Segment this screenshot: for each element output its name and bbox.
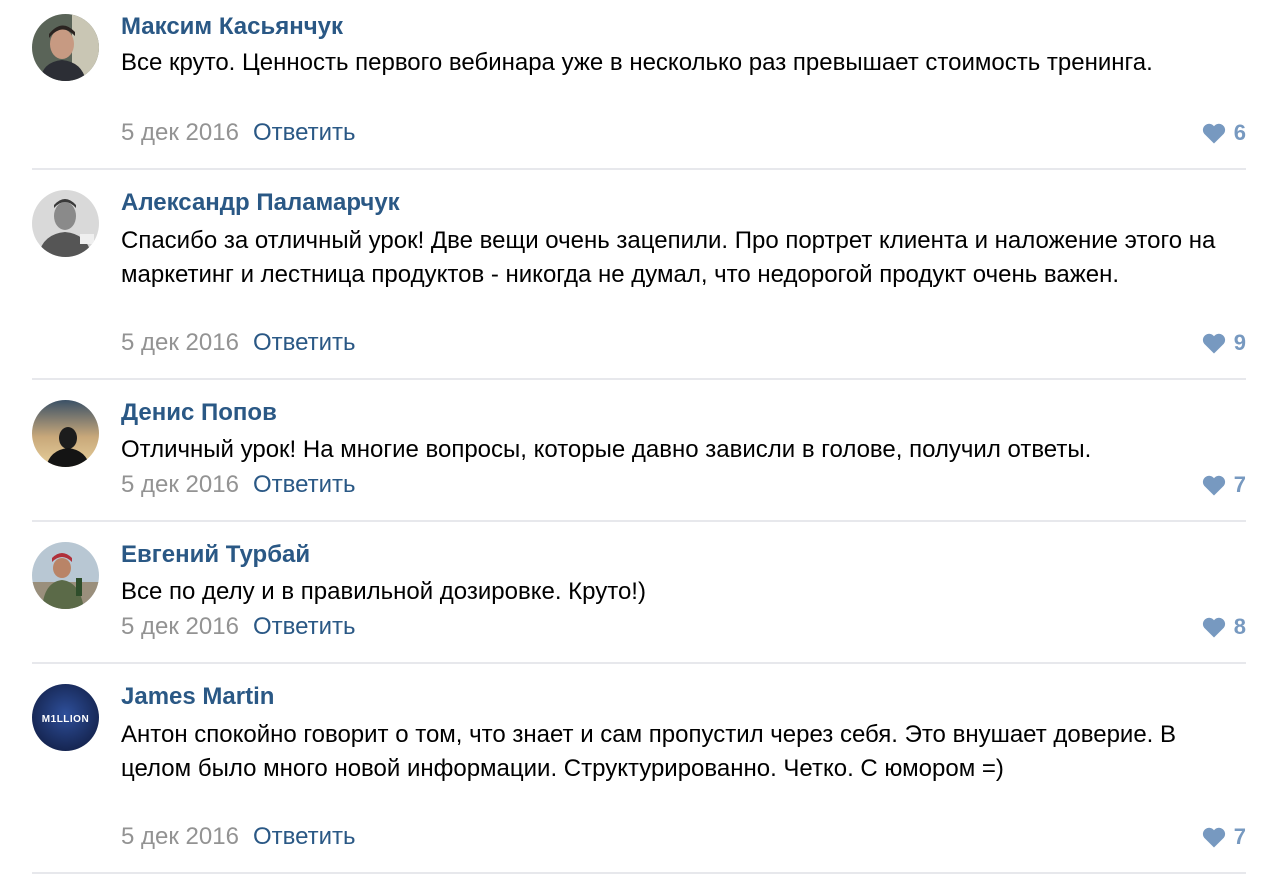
- svg-text:M1LLION: M1LLION: [42, 714, 89, 725]
- comment-text: Спасибо за отличный урок! Две вещи очень…: [121, 227, 1216, 288]
- user-photo-avatar-icon: [32, 14, 99, 81]
- comment-meta: 5 дек 2016 Ответить: [121, 822, 356, 852]
- comment-date: 5 дек 2016: [121, 119, 239, 146]
- avatar[interactable]: M1LLION: [32, 684, 99, 751]
- reply-button[interactable]: Ответить: [253, 119, 356, 146]
- comment-author-link[interactable]: Максим Касьянчук: [121, 12, 343, 42]
- comment-item: M1LLION James Martin Антон спокойно гово…: [32, 664, 1246, 874]
- like-count: 6: [1233, 120, 1246, 145]
- heart-icon: [1202, 617, 1225, 637]
- heart-icon: [1202, 827, 1225, 847]
- reply-button[interactable]: Ответить: [253, 613, 356, 640]
- comment-meta: 5 дек 2016 Ответить: [121, 612, 356, 642]
- like-count: 7: [1233, 472, 1246, 497]
- reply-button[interactable]: Ответить: [253, 471, 356, 498]
- comment-item: Денис Попов Отличный урок! На многие воп…: [32, 380, 1246, 522]
- comment-date: 5 дек 2016: [121, 823, 239, 850]
- comment-list: Максим Касьянчук Все круто. Ценность пер…: [0, 0, 1266, 874]
- comment-item: Александр Паламарчук Спасибо за отличный…: [32, 170, 1246, 380]
- comment-text: Отличный урок! На многие вопросы, которы…: [121, 436, 1092, 463]
- like-count: 8: [1233, 614, 1246, 639]
- like-button[interactable]: 7: [1202, 822, 1246, 852]
- comment-item: Евгений Турбай Все по делу и в правильно…: [32, 522, 1246, 664]
- like-button[interactable]: 9: [1202, 328, 1246, 358]
- comment-author-link[interactable]: Евгений Турбай: [121, 540, 310, 570]
- reply-button[interactable]: Ответить: [253, 329, 356, 356]
- million-logo-avatar-icon: M1LLION: [32, 684, 99, 751]
- comment-date: 5 дек 2016: [121, 613, 239, 640]
- heart-icon: [1202, 475, 1225, 495]
- comment-text: Антон спокойно говорит о том, что знает …: [121, 721, 1177, 782]
- comment-meta: 5 дек 2016 Ответить: [121, 118, 356, 148]
- comment-date: 5 дек 2016: [121, 329, 239, 356]
- user-photo-avatar-icon: [32, 190, 99, 257]
- like-button[interactable]: 8: [1202, 612, 1246, 642]
- like-button[interactable]: 7: [1202, 470, 1246, 500]
- comment-text: Все круто. Ценность первого вебинара уже…: [121, 49, 1153, 76]
- comment-meta: 5 дек 2016 Ответить: [121, 328, 356, 358]
- avatar[interactable]: [32, 14, 99, 81]
- comment-meta: 5 дек 2016 Ответить: [121, 470, 356, 500]
- heart-icon: [1202, 123, 1225, 143]
- comment-author-link[interactable]: Денис Попов: [121, 398, 277, 428]
- avatar[interactable]: [32, 190, 99, 257]
- avatar[interactable]: [32, 542, 99, 609]
- like-button[interactable]: 6: [1202, 118, 1246, 148]
- comment-date: 5 дек 2016: [121, 471, 239, 498]
- like-count: 9: [1233, 330, 1246, 355]
- like-count: 7: [1233, 824, 1246, 849]
- avatar[interactable]: [32, 400, 99, 467]
- comment-author-link[interactable]: Александр Паламарчук: [121, 188, 400, 218]
- comment-author-link[interactable]: James Martin: [121, 682, 274, 712]
- heart-icon: [1202, 333, 1225, 353]
- user-photo-avatar-icon: [32, 400, 99, 467]
- comment-item: Максим Касьянчук Все круто. Ценность пер…: [32, 0, 1246, 170]
- comment-text: Все по делу и в правильной дозировке. Кр…: [121, 578, 646, 605]
- user-photo-avatar-icon: [32, 542, 99, 609]
- reply-button[interactable]: Ответить: [253, 823, 356, 850]
